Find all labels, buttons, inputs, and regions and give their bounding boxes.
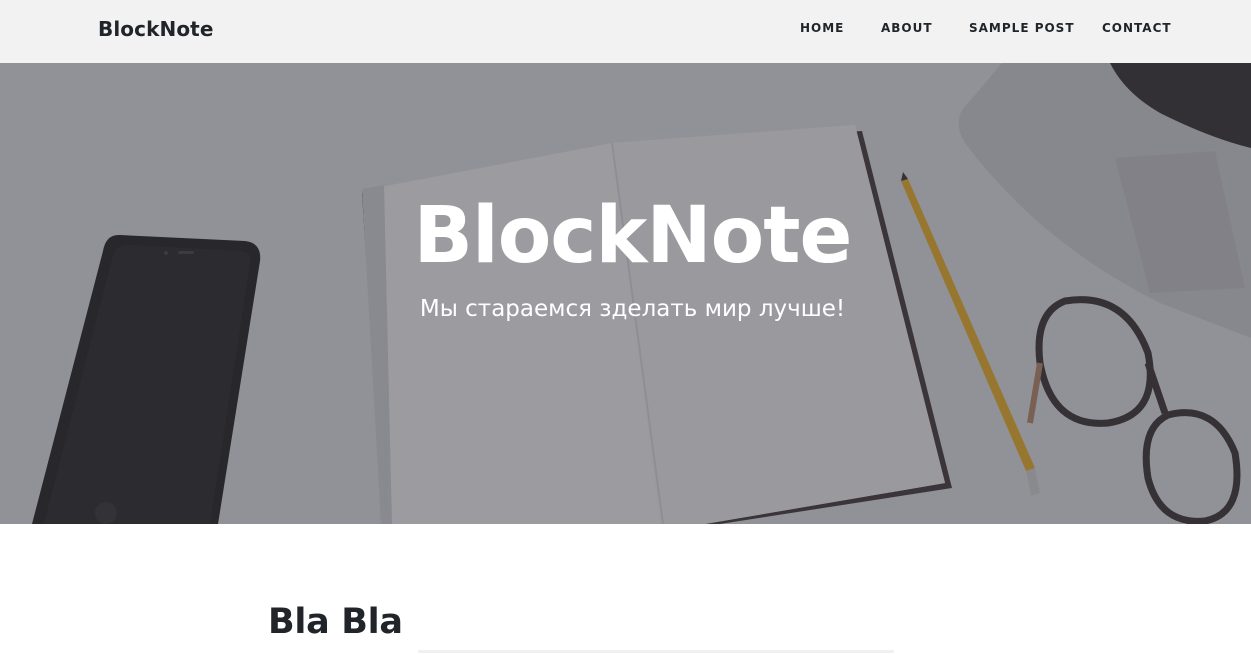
nav-link-home[interactable]: HOME [800, 21, 844, 35]
hero-header: BlockNote Мы стараемся зделать мир лучше… [0, 63, 1251, 524]
nav-link-contact[interactable]: CONTACT [1102, 21, 1172, 35]
hero-subtitle: Мы стараемся зделать мир лучше! [419, 296, 846, 322]
nav-link-sample-post[interactable]: SAMPLE POST [969, 21, 1075, 35]
main-navbar: BlockNote HOME ABOUT SAMPLE POST CONTACT [0, 0, 1251, 63]
hero-title: BlockNote [413, 191, 853, 281]
post-divider [418, 650, 894, 653]
post-title[interactable]: Bla Bla [268, 602, 403, 642]
hero-overlay [0, 63, 1251, 524]
brand-logo[interactable]: BlockNote [98, 17, 214, 41]
nav-link-about[interactable]: ABOUT [881, 21, 933, 35]
